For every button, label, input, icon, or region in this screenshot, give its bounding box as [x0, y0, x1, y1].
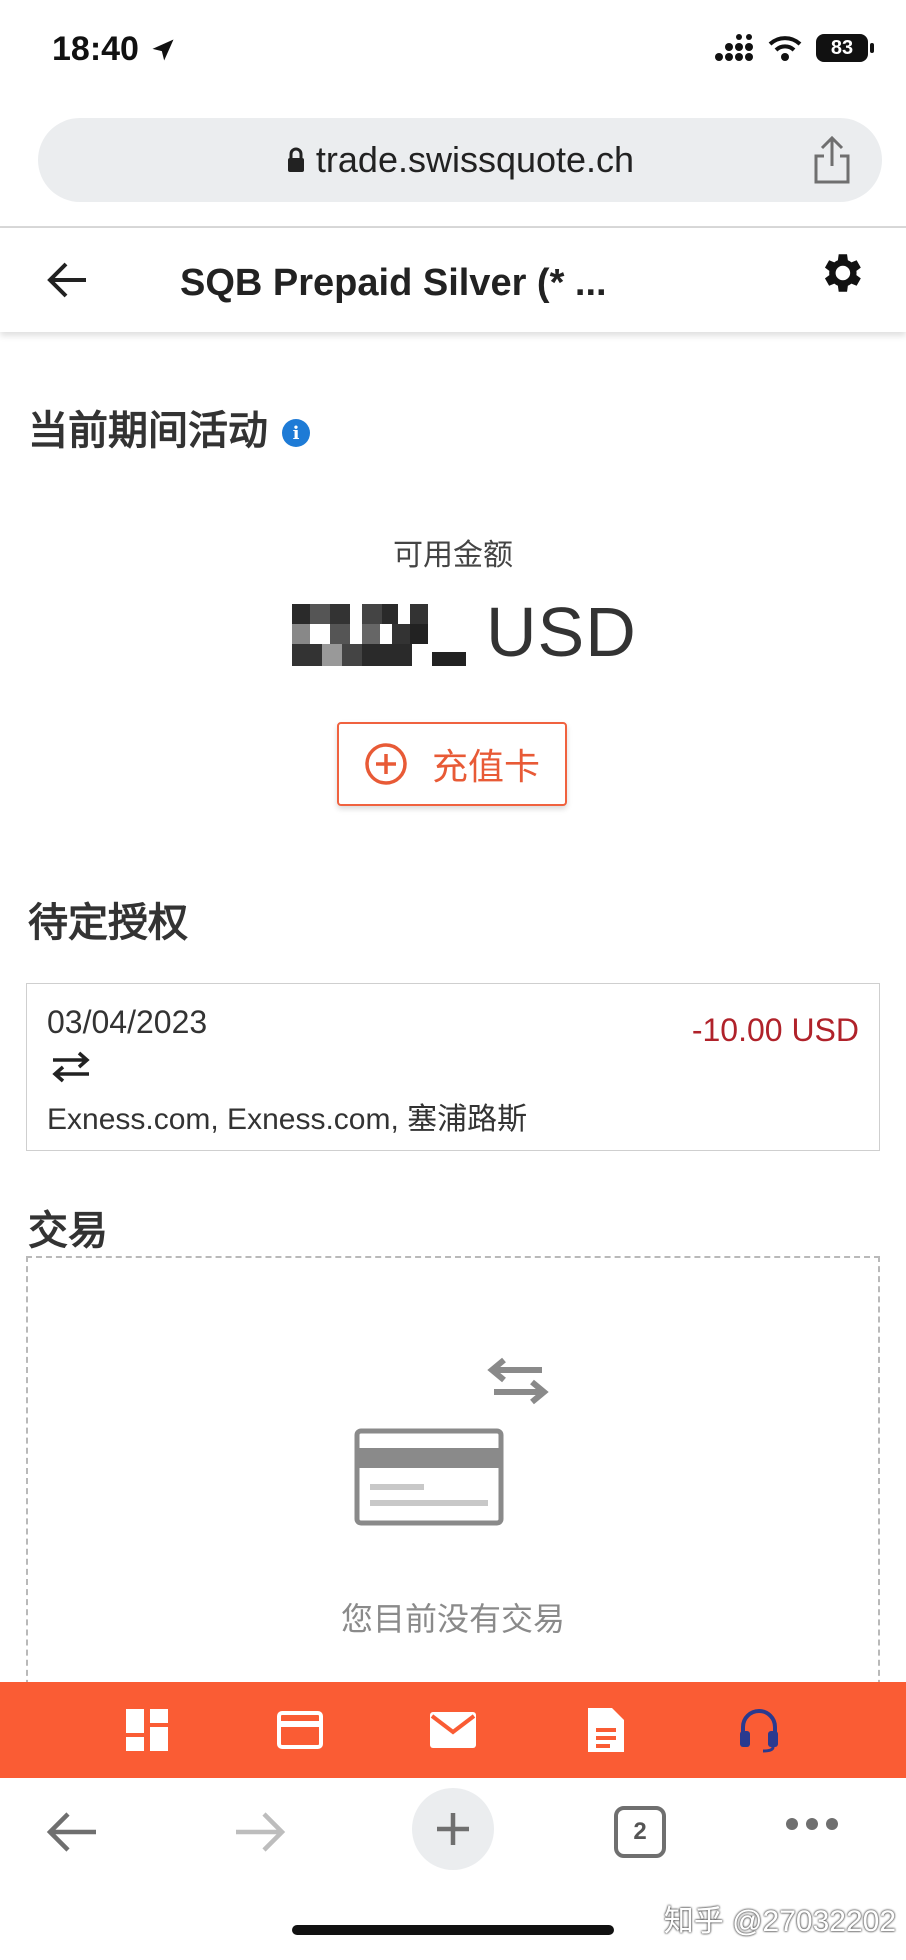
more-menu-icon[interactable]	[786, 1818, 838, 1830]
pending-amount: -10.00 USD	[691, 1012, 859, 1048]
pending-authorization-item[interactable]: 03/04/2023 -10.00 USD Exness.com, Exness…	[26, 983, 880, 1151]
tab-count: 2	[633, 1818, 647, 1845]
document-icon[interactable]	[576, 1700, 636, 1760]
transfer-arrows-icon	[52, 1051, 90, 1083]
plus-icon	[437, 1813, 469, 1845]
add-circle-icon	[365, 743, 407, 785]
top-up-card-label: 充值卡	[431, 746, 540, 787]
transfer-arrows-icon	[487, 1357, 549, 1405]
pending-authorizations-title: 待定授权	[28, 901, 188, 945]
dashboard-icon[interactable]	[117, 1700, 177, 1760]
support-headset-icon[interactable]	[729, 1700, 789, 1760]
gear-icon[interactable]	[816, 248, 866, 298]
info-icon[interactable]: i	[282, 419, 310, 448]
pending-merchant: Exness.com, Exness.com, 塞浦路斯	[47, 1103, 528, 1136]
app-bottom-nav	[0, 1682, 906, 1778]
wifi-icon	[768, 36, 802, 61]
url-text: trade.swissquote.ch	[315, 139, 635, 180]
status-indicators: 83	[714, 34, 874, 62]
browser-forward-icon[interactable]	[232, 1808, 288, 1856]
no-transactions-text: 您目前没有交易	[340, 1601, 565, 1637]
current-period-heading: 当前期间活动 i	[28, 398, 310, 456]
top-up-card-button[interactable]: 充值卡	[337, 722, 567, 806]
signal-icon	[715, 34, 753, 61]
page-title: SQB Prepaid Silver (* ...	[180, 262, 607, 304]
pending-date: 03/04/2023	[47, 1004, 208, 1040]
transactions-title: 交易	[28, 1209, 108, 1253]
tabs-button[interactable]: 2	[614, 1806, 666, 1858]
back-arrow-icon[interactable]	[46, 258, 90, 302]
battery-level: 83	[830, 36, 854, 59]
status-time: 18:40	[52, 30, 177, 69]
credit-card-icon	[354, 1428, 504, 1526]
browser-back-icon[interactable]	[44, 1808, 100, 1856]
address-bar[interactable]: trade.swissquote.ch	[38, 118, 882, 202]
current-period-title: 当前期间活动	[28, 409, 268, 453]
lock-icon	[287, 147, 304, 172]
watermark: 知乎 @27032202	[663, 1905, 896, 1938]
new-tab-button[interactable]	[412, 1788, 494, 1870]
status-time-text: 18:40	[52, 30, 139, 68]
home-indicator[interactable]	[292, 1925, 614, 1935]
location-arrow-icon	[152, 39, 174, 60]
share-icon[interactable]	[812, 136, 852, 184]
mail-icon[interactable]	[423, 1700, 483, 1760]
amount-redacted-pixels	[292, 604, 466, 666]
card-icon[interactable]	[270, 1700, 330, 1760]
battery-indicator: 83	[816, 34, 874, 62]
amount-currency: USD	[486, 593, 637, 671]
available-amount-label: 可用金额	[393, 539, 513, 572]
